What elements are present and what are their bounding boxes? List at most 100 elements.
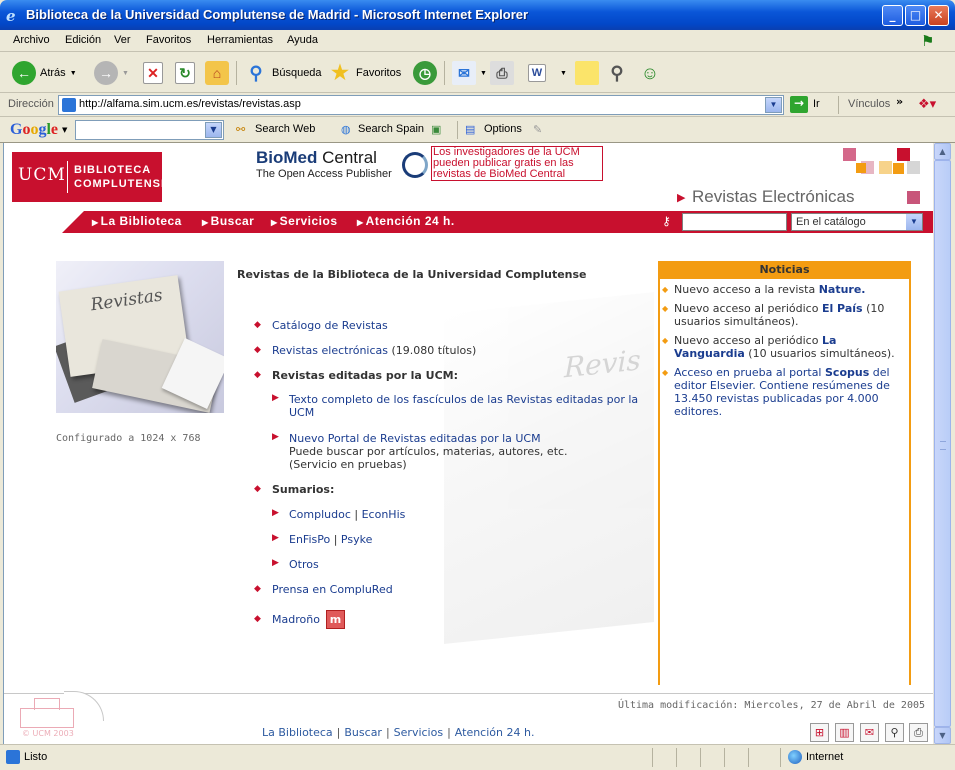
- key-icon: ⚷: [662, 214, 671, 228]
- otros-link[interactable]: ▶ Otros: [272, 558, 319, 571]
- acrobat-icon[interactable]: ❖▾: [918, 97, 936, 112]
- news-item-scopus[interactable]: ◆ Acceso en prueba al portal Scopus del e…: [662, 366, 910, 418]
- chevron-right-icon[interactable]: »: [896, 95, 903, 108]
- toolbar-separator: [457, 121, 458, 139]
- google-logo[interactable]: Google: [10, 121, 58, 139]
- sitemap-icon[interactable]: ⊞: [810, 723, 829, 742]
- minimize-button[interactable]: _: [882, 5, 903, 26]
- toolbar-separator: [444, 61, 445, 85]
- nav-buscar[interactable]: ▶ Buscar: [202, 214, 254, 228]
- texto-completo-link[interactable]: ▶ Texto completo de los fascículos de las…: [272, 393, 649, 419]
- menu-ver[interactable]: Ver: [114, 34, 131, 46]
- nuevo-portal-note: (Servicio en pruebas): [289, 458, 407, 471]
- scroll-up-button[interactable]: ▲: [934, 143, 951, 160]
- mail-button[interactable]: ✉ ▼: [452, 59, 487, 87]
- logo-line2: COMPLUTENSE: [74, 178, 170, 190]
- print-button[interactable]: ⎙: [490, 59, 514, 87]
- news-text: Acceso en prueba al portal: [674, 366, 822, 379]
- search-spain-button[interactable]: Search Spain: [358, 123, 424, 135]
- back-arrow-icon: ←: [12, 61, 36, 85]
- back-button[interactable]: ← Atrás ▼: [12, 59, 77, 87]
- chevron-down-icon[interactable]: ▼: [62, 126, 67, 134]
- sumarios-label: Sumarios:: [272, 483, 335, 496]
- biomed-note[interactable]: Los investigadores de la UCM pueden publ…: [431, 146, 603, 181]
- nav-servicios[interactable]: ▶ Servicios: [271, 214, 338, 228]
- compludoc-link[interactable]: Compludoc: [289, 508, 351, 521]
- news-icon[interactable]: ▣: [431, 123, 441, 136]
- research-button[interactable]: ⚲: [605, 59, 629, 87]
- scroll-down-button[interactable]: ▼: [934, 727, 951, 744]
- decor-square: [879, 161, 892, 174]
- footer-link-biblioteca[interactable]: La Biblioteca: [262, 726, 333, 739]
- footer-link-atencion[interactable]: Atención 24 h.: [455, 726, 535, 739]
- footer-link-buscar[interactable]: Buscar: [344, 726, 382, 739]
- biomed-banner[interactable]: BioMed Central The Open Access Publisher: [254, 148, 432, 184]
- star-icon: ★: [331, 62, 349, 84]
- building-icon[interactable]: ▥: [835, 723, 854, 742]
- enfispo-link[interactable]: EnFisPo: [289, 533, 330, 546]
- news-item-nature[interactable]: ◆ Nuevo acceso a la revista Nature.: [662, 283, 910, 296]
- search-icon[interactable]: ⚲: [885, 723, 904, 742]
- triangle-icon: ▶: [272, 432, 279, 442]
- address-input[interactable]: http://alfama.sim.ucm.es/revistas/revist…: [58, 95, 784, 115]
- search-web-button[interactable]: Search Web: [255, 123, 315, 135]
- catalog-scope-select[interactable]: En el catálogo ▼: [791, 213, 923, 231]
- madrono-icon[interactable]: m: [326, 610, 345, 629]
- decor-square: [856, 163, 866, 173]
- menu-ayuda[interactable]: Ayuda: [287, 34, 318, 46]
- econhis-link[interactable]: EconHis: [362, 508, 406, 521]
- psyke-link[interactable]: Psyke: [341, 533, 372, 546]
- vertical-scrollbar[interactable]: ▲ ▼: [933, 143, 951, 744]
- google-dropdown-button[interactable]: ▼: [205, 122, 222, 138]
- news-item-vanguardia[interactable]: ◆ Nuevo acceso al periódico La Vanguardia…: [662, 334, 910, 360]
- enfispo-row: ▶ EnFisPo | Psyke: [272, 533, 373, 546]
- status-divider: [748, 748, 749, 767]
- search-button[interactable]: ⚲ Búsqueda: [244, 59, 321, 87]
- printer-icon[interactable]: ⎙: [909, 723, 928, 742]
- nav-atencion[interactable]: ▶ Atención 24 h.: [357, 214, 455, 228]
- electronicas-label: Revistas electrónicas: [272, 344, 389, 357]
- messenger-button[interactable]: ☺: [638, 59, 662, 87]
- links-label[interactable]: Vínculos: [848, 98, 890, 110]
- notes-button[interactable]: [575, 59, 599, 87]
- refresh-button[interactable]: ↻: [175, 59, 195, 87]
- favorites-button[interactable]: ★ Favoritos: [328, 59, 401, 87]
- footer-link-servicios[interactable]: Servicios: [394, 726, 443, 739]
- nav-la-biblioteca[interactable]: ▶ La Biblioteca: [92, 214, 182, 228]
- ucm-logo[interactable]: UCM BIBLIOTECA COMPLUTENSE: [12, 152, 168, 202]
- menu-edicion[interactable]: Edición: [65, 34, 101, 46]
- electronicas-link[interactable]: ◆ Revistas electrónicas (19.080 títulos): [254, 344, 476, 357]
- toolbar-separator: [236, 61, 237, 85]
- google-search-input[interactable]: ▼: [75, 120, 224, 140]
- go-arrow-icon[interactable]: →: [790, 96, 808, 113]
- menu-herramientas[interactable]: Herramientas: [207, 34, 273, 46]
- news-item-elpais[interactable]: ◆ Nuevo acceso al periódico El País (10 u…: [662, 302, 910, 328]
- stop-icon: ✕: [143, 62, 163, 84]
- status-text: Listo: [24, 751, 48, 763]
- options-button[interactable]: Options: [484, 123, 522, 135]
- catalogo-link[interactable]: ◆ Catálogo de Revistas: [254, 319, 388, 332]
- nuevo-portal-link[interactable]: ▶ Nuevo Portal de Revistas editadas por l…: [272, 432, 649, 471]
- madrono-link[interactable]: ◆ Madroño: [254, 613, 320, 626]
- history-button[interactable]: ◷: [413, 59, 437, 87]
- mail-icon[interactable]: ✉: [860, 723, 879, 742]
- stop-button[interactable]: ✕: [143, 59, 163, 87]
- word-icon: W: [528, 64, 546, 82]
- catalog-search-input[interactable]: [682, 213, 787, 231]
- menu-favoritos[interactable]: Favoritos: [146, 34, 191, 46]
- close-button[interactable]: ✕: [928, 5, 949, 26]
- status-divider: [652, 748, 653, 767]
- menu-archivo[interactable]: Archivo: [13, 34, 50, 46]
- address-dropdown-button[interactable]: ▼: [765, 97, 782, 113]
- scroll-thumb[interactable]: [934, 160, 951, 727]
- forward-button[interactable]: → ▼: [94, 59, 129, 87]
- edit-button[interactable]: W ▼: [528, 59, 567, 87]
- go-button[interactable]: Ir: [813, 98, 820, 110]
- home-button[interactable]: ⌂: [205, 59, 229, 87]
- biomed-name-light: Central: [322, 148, 377, 167]
- highlight-icon[interactable]: ✎: [533, 123, 542, 136]
- prensa-link[interactable]: ◆ Prensa en CompluRed: [254, 583, 393, 596]
- biomed-name: BioMed Central: [256, 148, 377, 168]
- triangle-icon: ▶: [677, 192, 686, 204]
- maximize-button[interactable]: □: [905, 5, 926, 26]
